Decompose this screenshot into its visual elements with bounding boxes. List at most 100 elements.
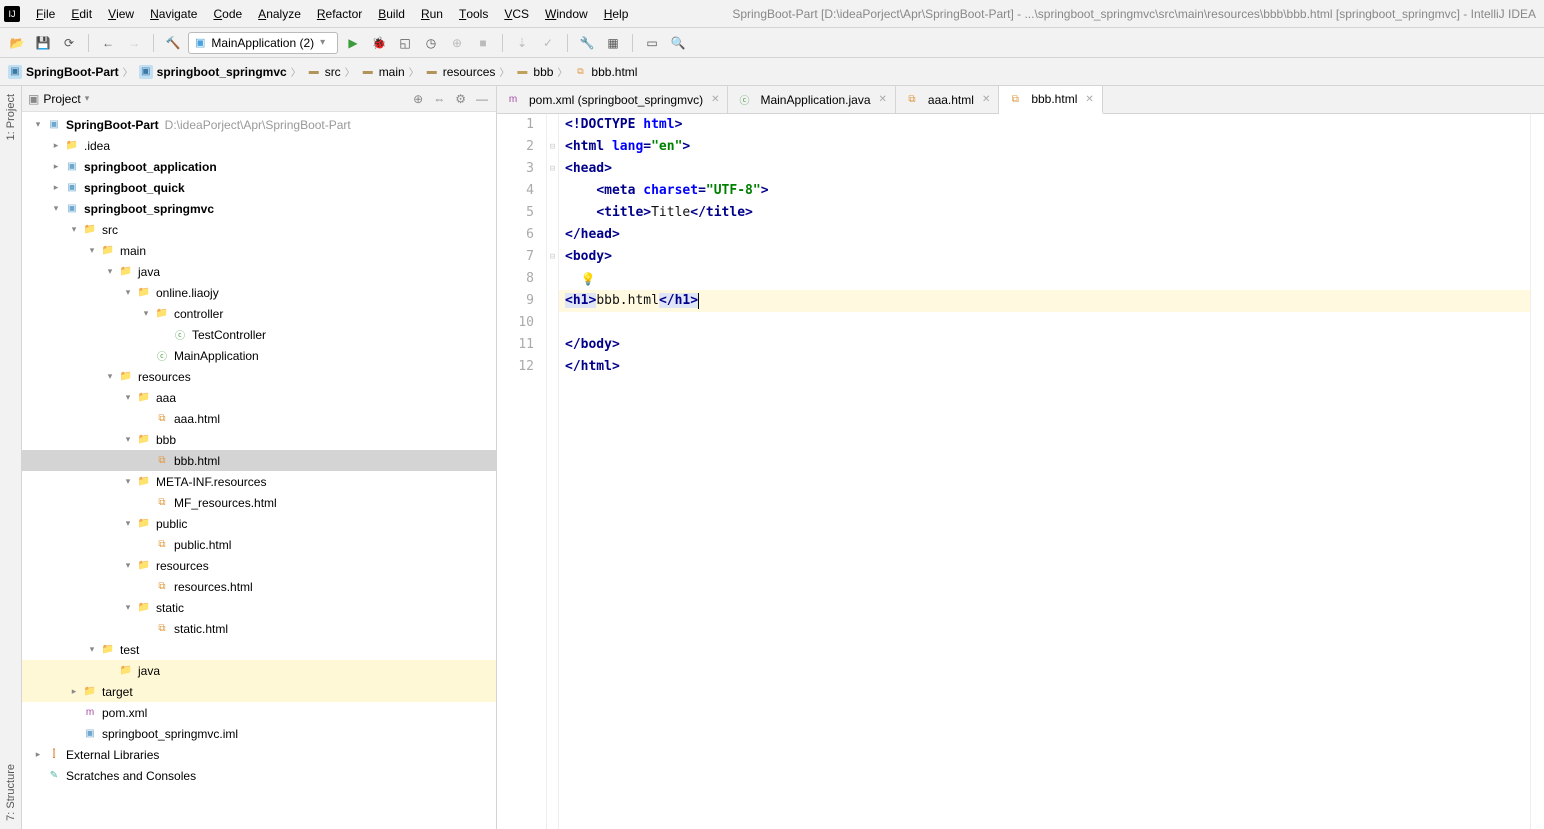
tree-row[interactable]: ▾📁controller xyxy=(22,303,496,324)
attach-icon[interactable]: ⊕ xyxy=(446,32,468,54)
close-icon[interactable]: ✕ xyxy=(711,94,719,105)
menu-analyze[interactable]: Analyze xyxy=(250,7,309,21)
commit-icon[interactable]: ✓ xyxy=(537,32,559,54)
chevron-down-icon[interactable]: ▾ xyxy=(122,392,134,403)
tree-row[interactable]: mpom.xml xyxy=(22,702,496,723)
profile-icon[interactable]: ◷ xyxy=(420,32,442,54)
menu-navigate[interactable]: Navigate xyxy=(142,7,205,21)
menu-window[interactable]: Window xyxy=(537,7,596,21)
menu-tools[interactable]: Tools xyxy=(451,7,496,21)
presentation-icon[interactable]: ▭ xyxy=(641,32,663,54)
bulb-icon[interactable]: 💡 xyxy=(581,268,596,290)
tree-row[interactable]: ▸⫿External Libraries xyxy=(22,744,496,765)
chevron-down-icon[interactable]: ▾ xyxy=(122,560,134,571)
tree-row[interactable]: ▾📁META-INF.resources xyxy=(22,471,496,492)
tree-row[interactable]: ▾▣SpringBoot-PartD:\ideaPorject\Apr\Spri… xyxy=(22,114,496,135)
editor-tab[interactable]: mpom.xml (springboot_springmvc)✕ xyxy=(497,86,728,113)
hide-icon[interactable]: — xyxy=(474,92,490,106)
tree-row[interactable]: ▾📁online.liaojy xyxy=(22,282,496,303)
code-editor[interactable]: 123456789101112 ⊟⊟⊟ <!DOCTYPE html> <htm… xyxy=(497,114,1544,829)
structure-icon[interactable]: ▦ xyxy=(602,32,624,54)
chevron-down-icon[interactable]: ▾ xyxy=(86,245,98,256)
menu-refactor[interactable]: Refactor xyxy=(309,7,370,21)
breadcrumb-item[interactable]: 〉▬main xyxy=(343,64,407,79)
tree-row[interactable]: ▣springboot_springmvc.iml xyxy=(22,723,496,744)
chevron-down-icon[interactable]: ▾ xyxy=(68,224,80,235)
tree-row[interactable]: ▾📁src xyxy=(22,219,496,240)
chevron-down-icon[interactable]: ▾ xyxy=(50,203,62,214)
menu-run[interactable]: Run xyxy=(413,7,451,21)
breadcrumb-item[interactable]: 〉▣springboot_springmvc xyxy=(121,64,289,79)
run-config-selector[interactable]: ▣ MainApplication (2) ▾ xyxy=(188,32,338,54)
chevron-down-icon[interactable]: ▾ xyxy=(140,308,152,319)
menu-code[interactable]: Code xyxy=(205,7,250,21)
tree-row[interactable]: ▾📁main xyxy=(22,240,496,261)
save-icon[interactable]: 💾 xyxy=(32,32,54,54)
chevron-down-icon[interactable]: ▾ xyxy=(122,518,134,529)
close-icon[interactable]: ✕ xyxy=(1085,94,1093,105)
chevron-down-icon[interactable]: ▾ xyxy=(122,476,134,487)
tree-row[interactable]: ⓒTestController xyxy=(22,324,496,345)
breadcrumb-item[interactable]: 〉▬bbb xyxy=(497,64,555,79)
code-body[interactable]: <!DOCTYPE html> <html lang="en"> <head> … xyxy=(559,114,1530,829)
tree-row[interactable]: ⧉resources.html xyxy=(22,576,496,597)
collapse-icon[interactable]: ⇔ xyxy=(431,92,447,106)
menu-view[interactable]: View xyxy=(100,7,142,21)
chevron-down-icon[interactable]: ▾ xyxy=(122,287,134,298)
project-tree[interactable]: ▾▣SpringBoot-PartD:\ideaPorject\Apr\Spri… xyxy=(22,112,496,829)
chevron-right-icon[interactable]: ▸ xyxy=(50,182,62,193)
sidetab-project[interactable]: 1: Project xyxy=(3,86,19,148)
menu-edit[interactable]: Edit xyxy=(63,7,100,21)
chevron-right-icon[interactable]: ▸ xyxy=(50,161,62,172)
close-icon[interactable]: ✕ xyxy=(879,94,887,105)
tree-row[interactable]: ▾📁resources xyxy=(22,555,496,576)
chevron-down-icon[interactable]: ▾ xyxy=(85,93,90,104)
breadcrumb-item[interactable]: 〉⧉bbb.html xyxy=(555,64,639,79)
tree-row[interactable]: ⓒMainApplication xyxy=(22,345,496,366)
editor-tab[interactable]: ⓒMainApplication.java✕ xyxy=(728,86,895,113)
update-icon[interactable]: ⇣ xyxy=(511,32,533,54)
menu-help[interactable]: Help xyxy=(596,7,637,21)
forward-icon[interactable]: → xyxy=(123,32,145,54)
breadcrumb-item[interactable]: 〉▬src xyxy=(289,64,343,79)
fold-column[interactable]: ⊟⊟⊟ xyxy=(547,114,559,829)
stop-icon[interactable]: ■ xyxy=(472,32,494,54)
tree-row[interactable]: ⧉public.html xyxy=(22,534,496,555)
gear-icon[interactable]: ⚙ xyxy=(453,92,468,106)
tree-row[interactable]: ▾▣springboot_springmvc xyxy=(22,198,496,219)
tree-row[interactable]: ▾📁public xyxy=(22,513,496,534)
tree-row[interactable]: 📁java xyxy=(22,660,496,681)
tree-row[interactable]: ▾📁bbb xyxy=(22,429,496,450)
tree-row[interactable]: ▸📁target xyxy=(22,681,496,702)
tree-row[interactable]: ▸📁.idea xyxy=(22,135,496,156)
chevron-right-icon[interactable]: ▸ xyxy=(32,749,44,760)
tree-row[interactable]: ⧉bbb.html xyxy=(22,450,496,471)
search-icon[interactable]: 🔍 xyxy=(667,32,689,54)
menu-build[interactable]: Build xyxy=(370,7,413,21)
tree-row[interactable]: ⧉aaa.html xyxy=(22,408,496,429)
open-icon[interactable]: 📂 xyxy=(6,32,28,54)
chevron-down-icon[interactable]: ▾ xyxy=(122,602,134,613)
breadcrumb-item[interactable]: 〉▬resources xyxy=(407,64,498,79)
editor-tab[interactable]: ⧉aaa.html✕ xyxy=(896,86,999,113)
chevron-down-icon[interactable]: ▾ xyxy=(32,119,44,130)
tree-row[interactable]: ▾📁resources xyxy=(22,366,496,387)
chevron-down-icon[interactable]: ▾ xyxy=(86,644,98,655)
chevron-right-icon[interactable]: ▸ xyxy=(50,140,62,151)
chevron-down-icon[interactable]: ▾ xyxy=(104,371,116,382)
tree-row[interactable]: ▸▣springboot_quick xyxy=(22,177,496,198)
breadcrumb-item[interactable]: ▣SpringBoot-Part xyxy=(6,65,121,79)
tree-row[interactable]: ▾📁aaa xyxy=(22,387,496,408)
editor-tab[interactable]: ⧉bbb.html✕ xyxy=(999,86,1102,114)
build-icon[interactable]: 🔨 xyxy=(162,32,184,54)
locate-icon[interactable]: ⊕ xyxy=(411,92,425,106)
settings-icon[interactable]: 🔧 xyxy=(576,32,598,54)
tree-row[interactable]: ⧉static.html xyxy=(22,618,496,639)
coverage-icon[interactable]: ◱ xyxy=(394,32,416,54)
menu-vcs[interactable]: VCS xyxy=(496,7,537,21)
menu-file[interactable]: File xyxy=(28,7,63,21)
tree-row[interactable]: ▸▣springboot_application xyxy=(22,156,496,177)
sidetab-structure[interactable]: 7: Structure xyxy=(3,756,19,829)
tree-row[interactable]: ⧉MF_resources.html xyxy=(22,492,496,513)
run-icon[interactable]: ▶ xyxy=(342,32,364,54)
